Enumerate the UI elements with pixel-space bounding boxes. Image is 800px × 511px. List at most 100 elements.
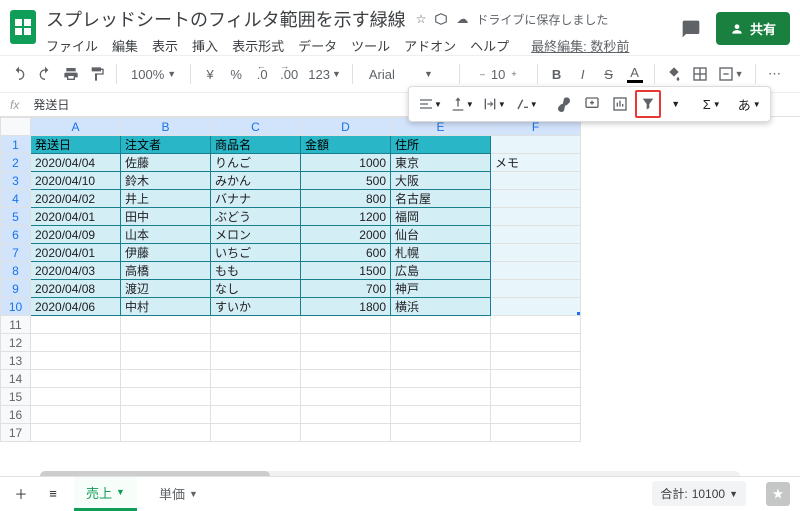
cell[interactable]: 東京 <box>391 154 491 172</box>
cell[interactable]: 発送日 <box>31 136 121 154</box>
cell[interactable]: 1200 <box>301 208 391 226</box>
cell[interactable] <box>31 352 121 370</box>
cell[interactable]: 2020/04/04 <box>31 154 121 172</box>
cell[interactable] <box>31 370 121 388</box>
cell[interactable]: 田中 <box>121 208 211 226</box>
cell[interactable]: 2020/04/01 <box>31 244 121 262</box>
cell[interactable] <box>491 334 581 352</box>
paint-format-icon[interactable] <box>86 61 108 87</box>
filter-icon[interactable] <box>635 90 661 118</box>
format-currency[interactable]: ¥ <box>199 61 221 87</box>
cell[interactable] <box>491 208 581 226</box>
cell[interactable] <box>491 136 581 154</box>
explore-icon[interactable] <box>766 482 790 506</box>
rotate-button[interactable]: ▼ <box>511 90 541 118</box>
summary-box[interactable]: 合計: 10100 ▼ <box>652 481 746 506</box>
cell[interactable]: みかん <box>211 172 301 190</box>
print-icon[interactable] <box>60 61 82 87</box>
cell[interactable]: 700 <box>301 280 391 298</box>
cell[interactable] <box>491 370 581 388</box>
cell[interactable]: 1000 <box>301 154 391 172</box>
cell[interactable] <box>31 424 121 442</box>
cell[interactable]: いちご <box>211 244 301 262</box>
cell[interactable]: 名古屋 <box>391 190 491 208</box>
bold-button[interactable]: B <box>546 61 568 87</box>
cell[interactable] <box>301 352 391 370</box>
cell[interactable]: 中村 <box>121 298 211 316</box>
strike-button[interactable]: S <box>598 61 620 87</box>
row-header[interactable]: 2 <box>1 154 31 172</box>
cell[interactable]: 大阪 <box>391 172 491 190</box>
cell[interactable]: 住所 <box>391 136 491 154</box>
cell[interactable]: 山本 <box>121 226 211 244</box>
cell[interactable]: 2020/04/09 <box>31 226 121 244</box>
text-color-button[interactable]: A <box>624 61 646 87</box>
col-header[interactable]: B <box>121 118 211 136</box>
row-header[interactable]: 9 <box>1 280 31 298</box>
row-header[interactable]: 11 <box>1 316 31 334</box>
cell[interactable]: 500 <box>301 172 391 190</box>
cell[interactable] <box>391 406 491 424</box>
select-all-corner[interactable] <box>1 118 31 136</box>
cell[interactable]: 神戸 <box>391 280 491 298</box>
cell[interactable]: 札幌 <box>391 244 491 262</box>
row-header[interactable]: 3 <box>1 172 31 190</box>
cell[interactable]: 仙台 <box>391 226 491 244</box>
cell[interactable] <box>121 316 211 334</box>
cell[interactable] <box>491 424 581 442</box>
cell[interactable]: バナナ <box>211 190 301 208</box>
cell[interactable] <box>491 226 581 244</box>
cell[interactable] <box>491 406 581 424</box>
star-icon[interactable]: ☆ <box>416 12 427 26</box>
cell[interactable]: 横浜 <box>391 298 491 316</box>
cell[interactable] <box>391 370 491 388</box>
row-header[interactable]: 15 <box>1 388 31 406</box>
merge-button[interactable]: ▼ <box>715 61 747 87</box>
menu-item[interactable]: ヘルプ <box>470 36 509 55</box>
cell[interactable]: 1800 <box>301 298 391 316</box>
cell[interactable] <box>491 244 581 262</box>
cell[interactable] <box>121 370 211 388</box>
cell[interactable]: 広島 <box>391 262 491 280</box>
comment-icon[interactable] <box>680 18 702 40</box>
col-header[interactable]: C <box>211 118 301 136</box>
cell[interactable]: 伊藤 <box>121 244 211 262</box>
cell[interactable]: 鈴木 <box>121 172 211 190</box>
decrease-decimal[interactable]: .0← <box>251 61 273 87</box>
menu-item[interactable]: 編集 <box>112 36 138 55</box>
cell[interactable] <box>491 298 581 316</box>
undo-icon[interactable] <box>8 61 30 87</box>
functions-icon[interactable]: Σ▼ <box>699 90 725 118</box>
row-header[interactable]: 5 <box>1 208 31 226</box>
cell[interactable] <box>121 424 211 442</box>
zoom-select[interactable]: 100% ▼ <box>125 61 182 87</box>
menu-item[interactable]: 表示 <box>152 36 178 55</box>
cell[interactable]: 600 <box>301 244 391 262</box>
cell[interactable]: 2020/04/06 <box>31 298 121 316</box>
cell[interactable]: 渡辺 <box>121 280 211 298</box>
cell[interactable] <box>491 172 581 190</box>
cell[interactable] <box>301 424 391 442</box>
row-header[interactable]: 7 <box>1 244 31 262</box>
cell[interactable] <box>491 262 581 280</box>
row-header[interactable]: 12 <box>1 334 31 352</box>
format-percent[interactable]: % <box>225 61 247 87</box>
menu-item[interactable]: 表示形式 <box>232 36 284 55</box>
cell[interactable] <box>301 316 391 334</box>
cell[interactable] <box>491 316 581 334</box>
cell[interactable] <box>491 280 581 298</box>
cell[interactable] <box>211 370 301 388</box>
cell[interactable]: 2020/04/08 <box>31 280 121 298</box>
all-sheets-icon[interactable]: ≡ <box>42 481 64 507</box>
cell[interactable] <box>211 388 301 406</box>
row-header[interactable]: 8 <box>1 262 31 280</box>
comment-add-icon[interactable] <box>579 90 605 118</box>
sheets-logo-icon[interactable] <box>10 10 36 44</box>
font-select[interactable]: Arial▼ <box>361 61 451 87</box>
row-header[interactable]: 17 <box>1 424 31 442</box>
cell[interactable]: 800 <box>301 190 391 208</box>
link-icon[interactable] <box>551 90 577 118</box>
cell[interactable] <box>391 424 491 442</box>
sheet-grid[interactable]: A B C D E F 1発送日注文者商品名金額住所22020/04/04佐藤り… <box>0 117 800 467</box>
row-header[interactable]: 14 <box>1 370 31 388</box>
